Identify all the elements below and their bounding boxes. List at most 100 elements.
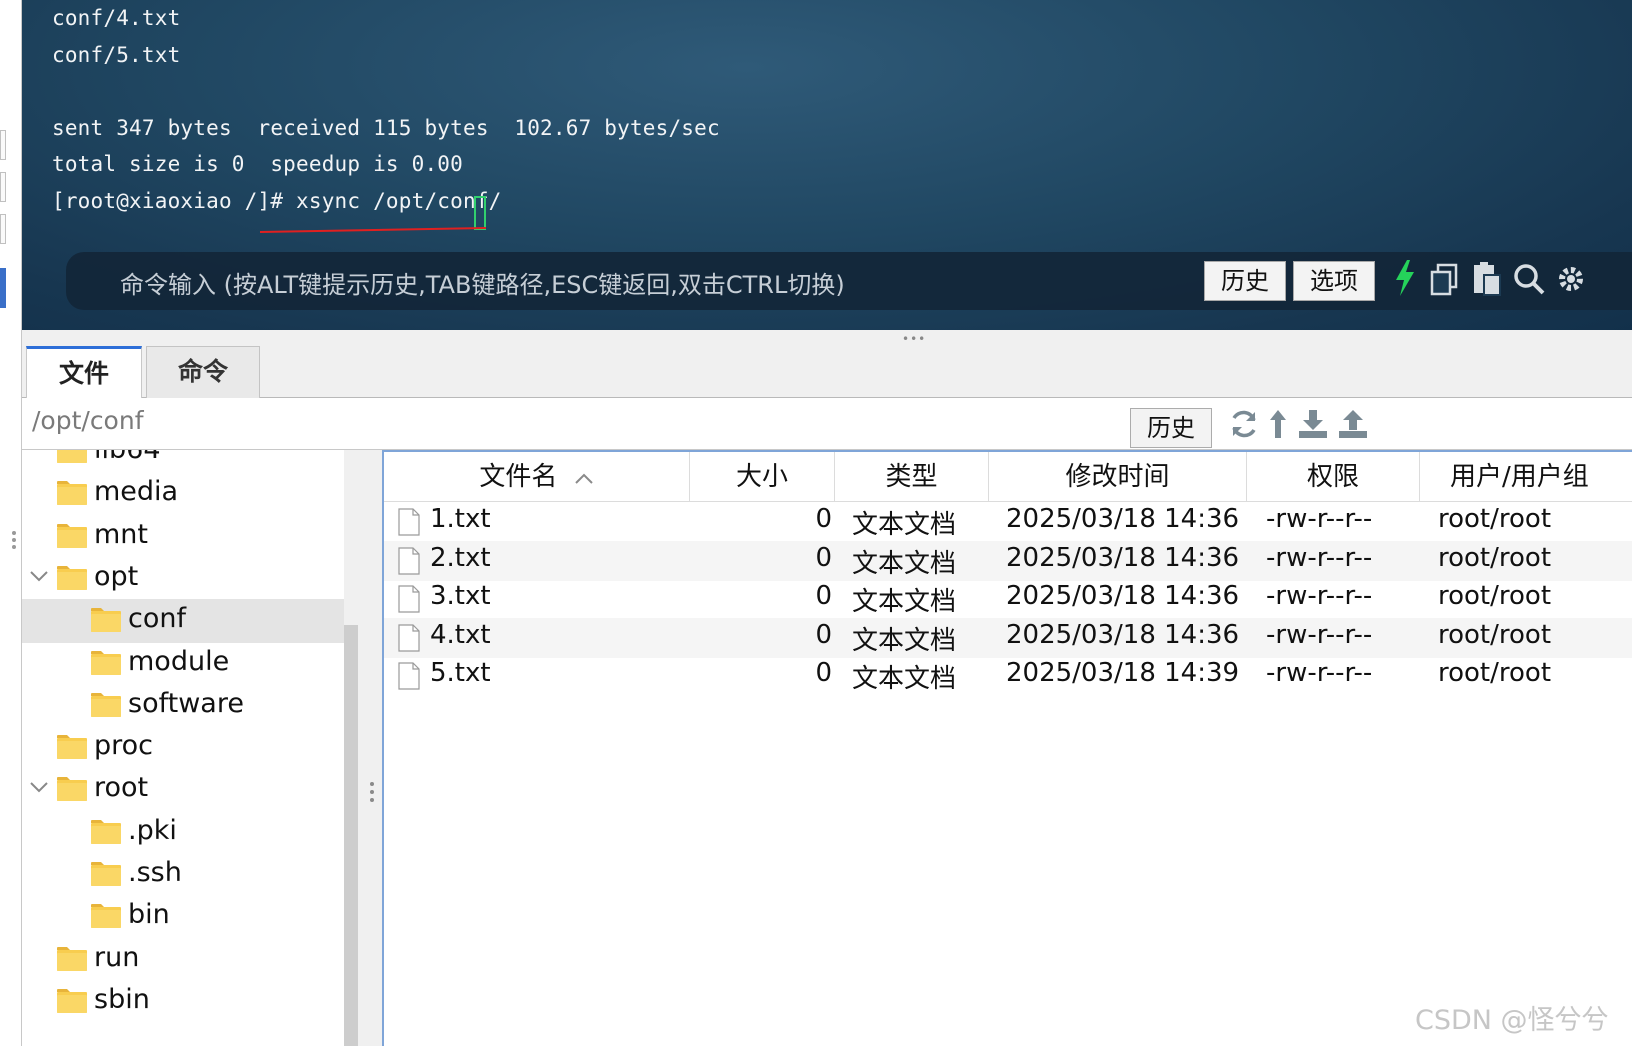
- file-type: 文本文档: [852, 664, 957, 694]
- tree-item-proc[interactable]: proc: [22, 726, 356, 770]
- file-mtime: 2025/03/18 14:36: [1006, 619, 1240, 650]
- file-size: 0: [815, 658, 832, 688]
- folder-icon: [90, 819, 122, 845]
- tree-item-label: sbin: [94, 983, 150, 1015]
- app-window: conf/4.txt conf/5.txt sent 347 bytes rec…: [0, 0, 1632, 1046]
- splitter-grip-icon: [370, 798, 374, 802]
- tree-item-label: run: [94, 941, 140, 973]
- terminal-line: total size is 0 speedup is 0.00: [52, 152, 463, 176]
- tree-item-conf[interactable]: conf: [22, 599, 356, 644]
- sort-ascending-icon: [574, 473, 593, 484]
- terminal-line: conf/5.txt: [52, 43, 181, 67]
- copy-icon[interactable]: [1428, 262, 1462, 296]
- file-owner: root/root: [1438, 658, 1552, 688]
- path-input[interactable]: /opt/conf: [32, 406, 144, 435]
- text-file-icon: [398, 546, 420, 575]
- column-header-name[interactable]: 文件名: [384, 452, 690, 502]
- file-row[interactable]: 4.txt 0 文本文档 2025/03/18 14:36 -rw-r--r-- root…: [384, 617, 1632, 658]
- file-row[interactable]: 3.txt 0 文本文档 2025/03/18 14:36 -rw-r--r-- root…: [384, 579, 1632, 619]
- edge-highlight: [0, 268, 6, 308]
- folder-icon: [90, 692, 122, 718]
- file-type: 文本文档: [852, 510, 957, 540]
- adjacent-window-edge: [0, 0, 22, 1046]
- text-file-icon: [398, 508, 420, 536]
- tree-item-media[interactable]: media: [22, 472, 356, 516]
- refresh-icon[interactable]: [1228, 408, 1260, 440]
- tree-item-bin[interactable]: bin: [22, 895, 356, 939]
- folder-icon: [90, 650, 122, 676]
- terminal-panel[interactable]: conf/4.txt conf/5.txt sent 347 bytes rec…: [22, 0, 1632, 336]
- edge-control: [0, 214, 6, 244]
- tree-item-label: .ssh: [128, 857, 182, 888]
- text-file-icon: [398, 585, 420, 613]
- tree-item-dot-ssh[interactable]: .ssh: [22, 853, 356, 897]
- splitter-grip-icon: [370, 790, 374, 794]
- gear-icon[interactable]: [1554, 262, 1588, 296]
- file-row[interactable]: 2.txt 0 文本文档 2025/03/18 14:36 -rw-r--r-- root…: [384, 540, 1632, 581]
- panel-splitter[interactable]: •••: [22, 330, 1632, 346]
- tree-item-label: bin: [128, 899, 170, 931]
- tree-item-lib64[interactable]: lib64: [22, 450, 356, 474]
- file-row[interactable]: 1.txt 0 文本文档 2025/03/18 14:36 -rw-r--r-- root…: [384, 502, 1632, 542]
- chevron-down-icon[interactable]: [28, 776, 50, 798]
- file-list[interactable]: 文件名 大小 类型 修改时间 权限 用户/用户组 1.txt 0 文本文档 2025/…: [382, 450, 1632, 1046]
- annotation-underline: [259, 227, 487, 233]
- lightning-icon[interactable]: [1392, 258, 1418, 298]
- tree-item-label: conf: [128, 603, 186, 635]
- folder-icon: [56, 776, 88, 802]
- history-button[interactable]: 历史: [1204, 261, 1286, 301]
- parent-directory-icon[interactable]: [1266, 408, 1290, 440]
- tree-item-mnt[interactable]: mnt: [22, 515, 356, 559]
- column-header-mtime[interactable]: 修改时间: [989, 452, 1247, 502]
- command-input-hint[interactable]: 命令输入 (按ALT键提示历史,TAB键路径,ESC键返回,双击CTRL切换): [120, 265, 845, 300]
- options-button[interactable]: 选项: [1293, 261, 1375, 301]
- paste-icon[interactable]: [1470, 261, 1504, 297]
- column-header-owner[interactable]: 用户/用户组: [1420, 452, 1632, 502]
- folder-icon: [90, 607, 122, 633]
- folder-icon: [56, 565, 88, 591]
- download-icon[interactable]: [1296, 408, 1330, 440]
- upload-icon[interactable]: [1336, 408, 1370, 440]
- file-type: 文本文档: [852, 548, 957, 579]
- file-owner: root/root: [1438, 504, 1552, 534]
- command-input-bar[interactable]: 命令输入 (按ALT键提示历史,TAB键路径,ESC键返回,双击CTRL切换) …: [66, 252, 1632, 310]
- file-permissions: -rw-r--r--: [1266, 619, 1373, 650]
- tree-item-sbin[interactable]: sbin: [22, 980, 356, 1024]
- tab-commands[interactable]: 命令: [146, 346, 260, 398]
- directory-tree[interactable]: lib64 media mnt opt conf module software proc ro…: [22, 450, 356, 1046]
- column-header-size[interactable]: 大小: [690, 452, 835, 502]
- splitter-grip-icon: [370, 782, 374, 786]
- tab-files[interactable]: 文件: [26, 346, 142, 399]
- tree-scrollbar[interactable]: [344, 450, 358, 1046]
- file-row[interactable]: 5.txt 0 文本文档 2025/03/18 14:39 -rw-r--r-- root…: [384, 656, 1632, 696]
- file-mtime: 2025/03/18 14:39: [1006, 658, 1240, 688]
- folder-icon: [56, 734, 88, 760]
- chevron-down-icon[interactable]: [28, 565, 50, 587]
- drag-grip-icon[interactable]: [12, 528, 18, 558]
- folder-icon: [56, 480, 88, 506]
- terminal-prompt-line: [root@xiaoxiao /]# xsync /opt/conf/: [52, 189, 502, 213]
- tree-splitter[interactable]: [360, 450, 382, 1046]
- path-history-button[interactable]: 历史: [1130, 408, 1212, 448]
- tree-item-label: proc: [94, 730, 154, 762]
- tree-item-label: module: [128, 645, 230, 677]
- terminal-cursor: [474, 196, 486, 230]
- tree-item-label: software: [128, 687, 244, 719]
- column-header-permissions[interactable]: 权限: [1247, 452, 1420, 502]
- file-name: 3.txt: [430, 581, 491, 611]
- file-name: 2.txt: [430, 542, 491, 573]
- tree-item-dot-pki[interactable]: .pki: [22, 811, 356, 855]
- tree-scrollbar-thumb[interactable]: [344, 625, 358, 1046]
- search-icon[interactable]: [1512, 262, 1546, 296]
- file-mtime: 2025/03/18 14:36: [1006, 581, 1240, 611]
- tree-item-run[interactable]: run: [22, 938, 356, 982]
- tree-item-module[interactable]: module: [22, 642, 356, 686]
- folder-icon: [56, 946, 88, 972]
- tree-item-label: .pki: [128, 814, 177, 846]
- text-file-icon: [398, 662, 420, 690]
- tree-item-software[interactable]: software: [22, 684, 356, 728]
- tree-item-root[interactable]: root: [22, 768, 356, 812]
- tree-item-label: lib64: [94, 450, 161, 465]
- tree-item-opt[interactable]: opt: [22, 557, 356, 601]
- column-header-type[interactable]: 类型: [835, 452, 989, 502]
